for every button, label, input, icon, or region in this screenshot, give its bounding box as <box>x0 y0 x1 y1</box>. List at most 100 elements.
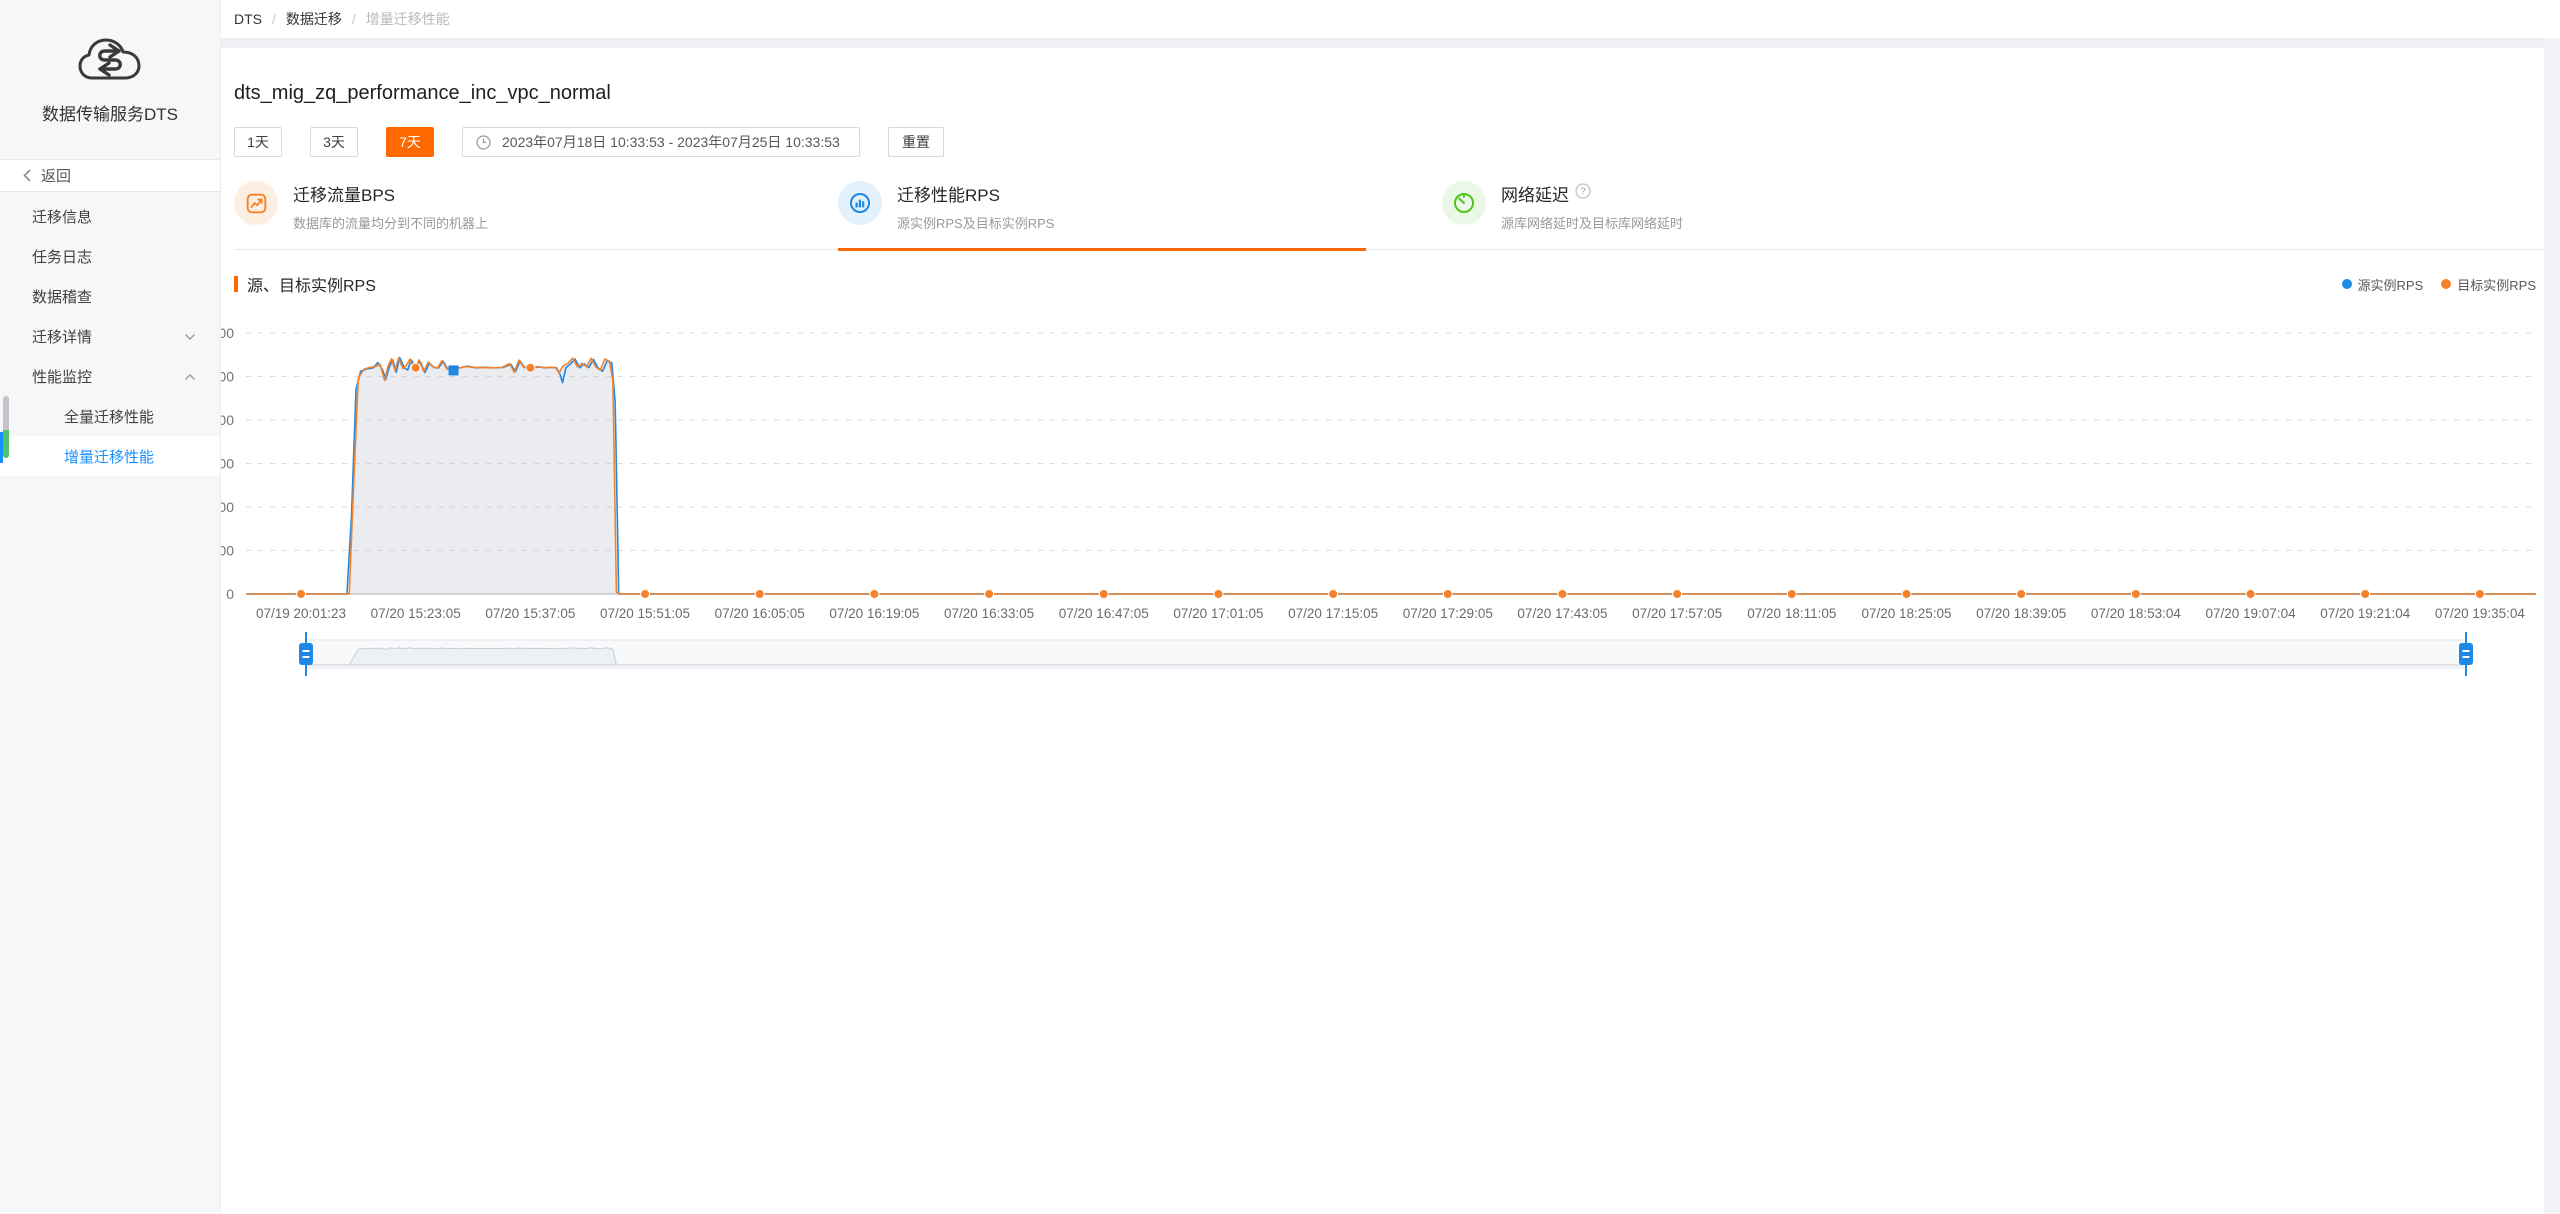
x-axis-label: 07/20 15:37:05 <box>485 606 575 621</box>
sidebar-item-performance-monitor[interactable]: 性能监控 <box>0 356 220 396</box>
x-axis-label: 07/20 17:57:05 <box>1632 606 1722 621</box>
chevron-left-icon <box>22 168 32 183</box>
sidebar-item-incremental-migration-performance[interactable]: 增量迁移性能 <box>0 436 220 476</box>
tab-subtitle: 源库网络延时及目标库网络延时 <box>1501 213 1683 232</box>
target-data-marker <box>1329 590 1338 599</box>
x-axis-label: 07/20 17:15:05 <box>1288 606 1378 621</box>
target-data-marker <box>1214 590 1223 599</box>
tab-text: 迁移流量BPS数据库的流量均分到不同的机器上 <box>293 181 488 232</box>
scrollbar-blue-indicator <box>0 432 3 463</box>
x-axis-label: 07/20 18:39:05 <box>1976 606 2066 621</box>
legend-label: 目标实例RPS <box>2457 275 2536 294</box>
target-data-marker <box>2017 590 2026 599</box>
legend-item-目标实例RPS[interactable]: 目标实例RPS <box>2441 275 2536 294</box>
x-axis-label: 07/20 19:35:04 <box>2435 606 2526 621</box>
x-axis-label: 07/20 15:23:05 <box>371 606 461 621</box>
legend-label: 源实例RPS <box>2358 275 2424 294</box>
tab-migration-rps[interactable]: 迁移性能RPS源实例RPS及目标实例RPS <box>838 181 1442 249</box>
target-data-marker <box>755 590 764 599</box>
section-title-bar <box>234 276 238 292</box>
sidebar-item-data-audit[interactable]: 数据稽查 <box>0 276 220 316</box>
product-logo: 数据传输服务DTS <box>0 0 220 125</box>
range-button-1天[interactable]: 1天 <box>234 127 282 157</box>
target-data-marker <box>1902 590 1911 599</box>
target-data-marker <box>2246 590 2255 599</box>
target-data-marker <box>1099 590 1108 599</box>
breadcrumb-item: 增量迁移性能 <box>366 9 450 29</box>
y-axis-label: 500 <box>221 543 234 559</box>
date-range-picker[interactable]: 2023年07月18日 10:33:53 - 2023年07月25日 10:33… <box>462 127 860 157</box>
x-axis-label: 07/20 16:47:05 <box>1059 606 1149 621</box>
datazoom-left-handle[interactable] <box>299 643 313 665</box>
help-icon[interactable]: ? <box>1575 183 1591 204</box>
range-button-3天[interactable]: 3天 <box>310 127 358 157</box>
active-tab-underline <box>838 248 1366 251</box>
rps-line-chart[interactable]: 05001,0001,5002,0002,5003,00007/19 20:01… <box>221 302 2544 702</box>
y-axis-label: 2,000 <box>221 412 234 428</box>
target-data-marker <box>1673 590 1682 599</box>
sidebar-item-label: 迁移信息 <box>32 206 92 227</box>
x-axis-label: 07/20 16:33:05 <box>944 606 1034 621</box>
tab-title: 迁移流量BPS <box>293 181 488 206</box>
dts-console-page: 数据传输服务DTS 返回 迁移信息任务日志数据稽查迁移详情性能监控全量迁移性能增… <box>0 0 2560 1214</box>
sidebar-item-full-migration-performance[interactable]: 全量迁移性能 <box>0 396 220 436</box>
tab-title: 迁移性能RPS <box>897 181 1054 206</box>
sidebar-item-migration-info[interactable]: 迁移信息 <box>0 196 220 236</box>
source-data-marker <box>449 365 459 375</box>
y-axis-label: 2,500 <box>221 369 234 385</box>
target-data-marker <box>985 590 994 599</box>
x-axis-label: 07/20 18:53:04 <box>2091 606 2182 621</box>
sidebar-item-migration-detail[interactable]: 迁移详情 <box>0 316 220 356</box>
legend-dot <box>2342 279 2352 289</box>
datazoom-track[interactable] <box>306 640 2466 668</box>
scrollbar-segment-gray <box>3 396 9 430</box>
y-axis-label: 3,000 <box>221 325 234 341</box>
sidebar-item-task-logs[interactable]: 任务日志 <box>0 236 220 276</box>
chart-section-title-wrap: 源、目标实例RPS <box>234 272 376 296</box>
sidebar-item-label: 数据稽查 <box>32 286 92 307</box>
target-data-marker <box>870 590 879 599</box>
sidebar: 数据传输服务DTS 返回 迁移信息任务日志数据稽查迁移详情性能监控全量迁移性能增… <box>0 0 221 1214</box>
x-axis-label: 07/19 20:01:23 <box>256 606 346 621</box>
datazoom-right-handle[interactable] <box>2459 643 2473 665</box>
date-range-value: 2023年07月18日 10:33:53 - 2023年07月25日 10:33… <box>502 132 840 152</box>
dts-cloud-logo-icon <box>77 36 143 86</box>
x-axis-label: 07/20 19:07:04 <box>2206 606 2297 621</box>
metric-tabs: 迁移流量BPS数据库的流量均分到不同的机器上 迁移性能RPS源实例RPS及目标实例… <box>234 181 2544 250</box>
content-panel: dts_mig_zq_performance_inc_vpc_normal 1天… <box>221 82 2544 702</box>
target-data-marker <box>1558 590 1567 599</box>
x-axis-label: 07/20 19:21:04 <box>2320 606 2411 621</box>
svg-text:?: ? <box>1580 186 1585 197</box>
tab-text: 迁移性能RPS源实例RPS及目标实例RPS <box>897 181 1054 232</box>
back-button[interactable]: 返回 <box>0 159 220 192</box>
bar-chart-icon <box>838 181 882 225</box>
clock-icon <box>475 134 492 151</box>
x-axis-label: 07/20 17:01:05 <box>1173 606 1263 621</box>
target-data-marker <box>2361 590 2370 599</box>
target-data-marker <box>641 590 650 599</box>
reset-button[interactable]: 重置 <box>888 127 944 157</box>
x-axis-label: 07/20 18:25:05 <box>1861 606 1951 621</box>
breadcrumb-item[interactable]: 数据迁移 <box>286 9 342 29</box>
tab-migration-bps[interactable]: 迁移流量BPS数据库的流量均分到不同的机器上 <box>234 181 838 249</box>
line-chart-icon <box>234 181 278 225</box>
sidebar-menu: 迁移信息任务日志数据稽查迁移详情性能监控全量迁移性能增量迁移性能 <box>0 196 220 476</box>
legend-item-源实例RPS[interactable]: 源实例RPS <box>2342 275 2424 294</box>
tab-network-latency[interactable]: 网络延迟? 源库网络延时及目标库网络延时 <box>1442 181 2046 249</box>
sidebar-scrollbar[interactable] <box>3 396 9 458</box>
breadcrumb-item[interactable]: DTS <box>234 11 262 27</box>
chart-section-header: 源、目标实例RPS 源实例RPS 目标实例RPS <box>234 272 2544 296</box>
legend-dot <box>2441 279 2451 289</box>
x-axis-label: 07/20 18:11:05 <box>1747 606 1836 621</box>
product-name: 数据传输服务DTS <box>0 100 220 125</box>
x-axis-label: 07/20 17:29:05 <box>1403 606 1493 621</box>
page-title: dts_mig_zq_performance_inc_vpc_normal <box>234 82 2544 105</box>
tab-title: 网络延迟? <box>1501 181 1683 206</box>
x-axis-label: 07/20 15:51:05 <box>600 606 690 621</box>
chart-section-title: 源、目标实例RPS <box>247 272 376 296</box>
chevron-up-icon <box>184 368 196 385</box>
range-button-7天[interactable]: 7天 <box>386 127 434 157</box>
breadcrumb-separator: / <box>352 11 356 27</box>
target-data-marker <box>2131 590 2140 599</box>
y-axis-label: 1,500 <box>221 456 234 472</box>
